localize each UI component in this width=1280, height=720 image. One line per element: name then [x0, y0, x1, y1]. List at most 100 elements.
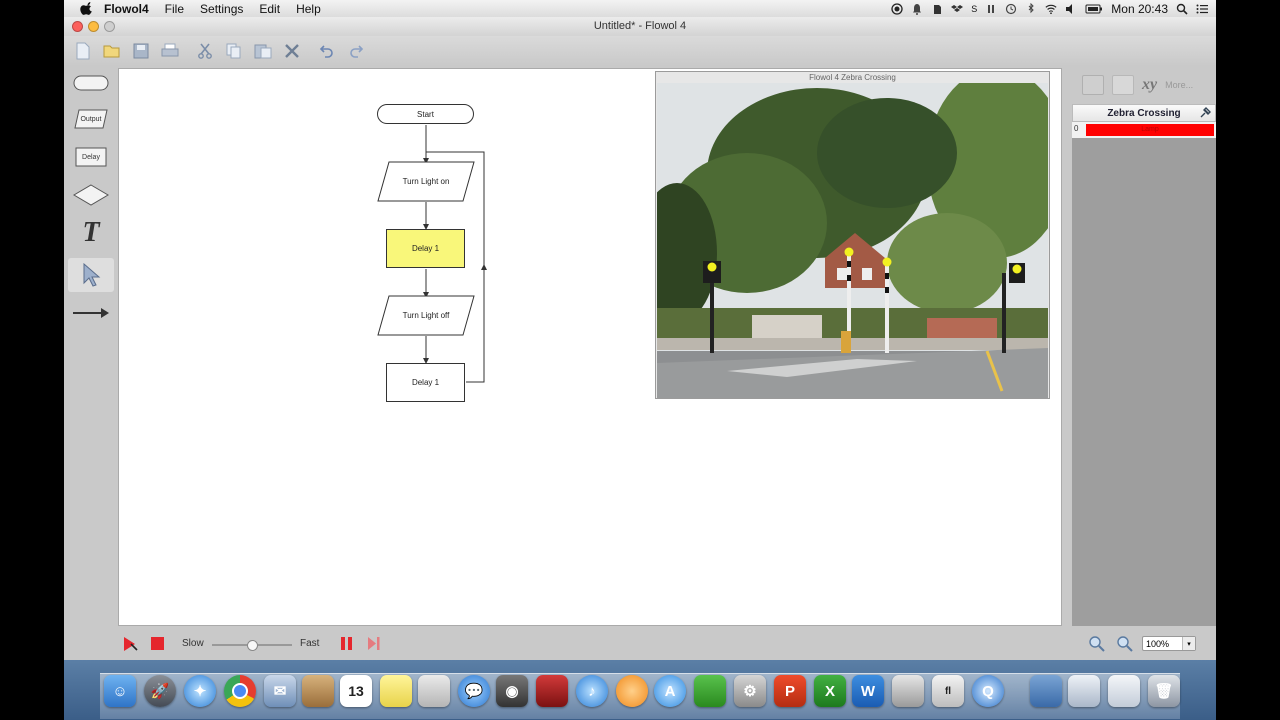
xy-button[interactable]: xy	[1142, 76, 1157, 94]
step-icon[interactable]	[366, 636, 382, 652]
zoom-window-button[interactable]	[104, 21, 115, 32]
window-title-bar: Untitled* - Flowol 4	[64, 17, 1216, 36]
decision-tool[interactable]	[68, 178, 114, 212]
copy-icon[interactable]	[223, 40, 245, 62]
apple-menu-icon[interactable]	[80, 1, 94, 16]
right-panel-toolbar: xy More...	[1072, 72, 1216, 98]
calendar-icon[interactable]: 13	[340, 675, 372, 707]
photo-booth-icon[interactable]	[536, 675, 568, 707]
status-area: S Mon 20:43	[891, 0, 1208, 17]
delete-icon[interactable]	[281, 40, 303, 62]
text-tool[interactable]: T	[68, 216, 114, 250]
menu-help[interactable]: Help	[296, 2, 321, 16]
pause-icon[interactable]	[339, 636, 355, 652]
dropbox-status-icon[interactable]	[951, 3, 964, 15]
trash-icon[interactable]: 🗑	[1148, 675, 1180, 707]
chevron-down-icon[interactable]: ▾	[1182, 637, 1195, 650]
powerpoint-icon[interactable]: P	[774, 675, 806, 707]
ibooks-icon[interactable]	[616, 675, 648, 707]
close-window-button[interactable]	[72, 21, 83, 32]
battery-status-text: S	[971, 3, 978, 14]
preview-icon[interactable]	[418, 675, 450, 707]
notification-center-icon[interactable]	[1196, 3, 1208, 15]
new-icon[interactable]	[72, 40, 94, 62]
volume-icon[interactable]	[1065, 3, 1077, 15]
menu-settings[interactable]: Settings	[200, 2, 243, 16]
output-lamp-bar[interactable]: Lamp	[1086, 124, 1214, 136]
pause-status-icon[interactable]	[985, 3, 997, 15]
flowchart-delay-2[interactable]: Delay 1	[386, 363, 465, 402]
save-icon[interactable]	[130, 40, 152, 62]
zoom-in-icon[interactable]	[1116, 635, 1134, 653]
evernote-status-icon[interactable]	[931, 3, 943, 15]
finder-icon[interactable]: ☺	[104, 675, 136, 707]
cursor-arrow-icon	[83, 263, 101, 287]
clock[interactable]: Mon 20:43	[1111, 2, 1168, 16]
output-tool-label: Output	[80, 115, 102, 123]
mimic-icon[interactable]	[1082, 75, 1104, 95]
redo-icon[interactable]	[345, 40, 367, 62]
output-tool[interactable]: Output	[68, 102, 114, 136]
mail-stack-icon[interactable]	[1108, 675, 1140, 707]
flowchart-output-turn-light-off[interactable]: Turn Light off	[377, 295, 475, 336]
pin-icon[interactable]	[1199, 107, 1211, 119]
run-from-start-icon[interactable]	[122, 636, 140, 652]
start-stop-tool[interactable]	[68, 66, 114, 100]
flowchart-output-turn-light-on[interactable]: Turn Light on	[377, 161, 475, 202]
messages-icon[interactable]: 💬	[458, 675, 490, 707]
menu-app-name[interactable]: Flowol4	[104, 2, 149, 16]
pointer-tool[interactable]	[68, 258, 114, 292]
zoom-select[interactable]: 100% ▾	[1142, 636, 1196, 651]
mail-icon[interactable]: ✉	[264, 675, 296, 707]
contacts-icon[interactable]	[302, 675, 334, 707]
connector-tool[interactable]	[68, 296, 114, 330]
beacon-lamp	[1012, 264, 1022, 274]
record-icon[interactable]	[891, 2, 903, 15]
spotlight-search-icon[interactable]	[1176, 3, 1188, 15]
stop-icon[interactable]	[150, 636, 166, 652]
menu-file[interactable]: File	[165, 2, 184, 16]
cut-icon[interactable]	[194, 40, 216, 62]
quicktime-icon[interactable]: Q	[972, 675, 1004, 707]
time-machine-icon[interactable]	[1005, 3, 1017, 15]
menu-edit[interactable]: Edit	[259, 2, 280, 16]
image-capture-icon[interactable]	[892, 675, 924, 707]
speed-slider[interactable]	[212, 640, 292, 651]
app-store-icon[interactable]: A	[654, 675, 686, 707]
simulation-window[interactable]: Flowol 4 Zebra Crossing	[655, 71, 1050, 399]
wifi-icon[interactable]	[1045, 3, 1057, 15]
delay-tool-label: Delay	[82, 153, 100, 161]
open-icon[interactable]	[101, 40, 123, 62]
notes-icon[interactable]	[380, 675, 412, 707]
facetime-icon[interactable]: ◉	[496, 675, 528, 707]
more-button[interactable]: More...	[1165, 80, 1193, 90]
word-icon[interactable]: W	[852, 675, 884, 707]
output-row[interactable]: 0 Lamp	[1072, 122, 1216, 138]
delay-tool[interactable]: Delay	[68, 140, 114, 174]
undo-icon[interactable]	[316, 40, 338, 62]
documents-stack-icon[interactable]	[1068, 675, 1100, 707]
screen: Flowol4 File Settings Edit Help S Mon 20…	[64, 0, 1216, 720]
excel-icon[interactable]: X	[814, 675, 846, 707]
minimize-window-button[interactable]	[88, 21, 99, 32]
itunes-icon[interactable]: ♪	[576, 675, 608, 707]
system-preferences-icon[interactable]: ⚙	[734, 675, 766, 707]
paste-icon[interactable]	[252, 40, 274, 62]
zoom-out-icon[interactable]	[1088, 635, 1106, 653]
flowol-icon[interactable]: fl	[932, 675, 964, 707]
print-icon[interactable]	[159, 40, 181, 62]
zebra-crossing-scene	[657, 83, 1048, 398]
flowchart-delay-1-active[interactable]: Delay 1	[386, 229, 465, 268]
mimic-panel: Zebra Crossing 0 Lamp	[1072, 104, 1216, 626]
variables-icon[interactable]	[1112, 75, 1134, 95]
speed-slider-thumb[interactable]	[247, 640, 258, 651]
safari-icon[interactable]: ✦	[184, 675, 216, 707]
flowchart-start[interactable]: Start	[377, 104, 474, 124]
evernote-icon[interactable]	[694, 675, 726, 707]
battery-icon[interactable]	[1085, 3, 1103, 15]
bell-icon[interactable]	[911, 3, 923, 15]
downloads-folder-icon[interactable]	[1030, 675, 1062, 707]
chrome-icon[interactable]	[224, 675, 256, 707]
bluetooth-icon[interactable]	[1025, 2, 1037, 15]
launchpad-icon[interactable]: 🚀	[144, 675, 176, 707]
